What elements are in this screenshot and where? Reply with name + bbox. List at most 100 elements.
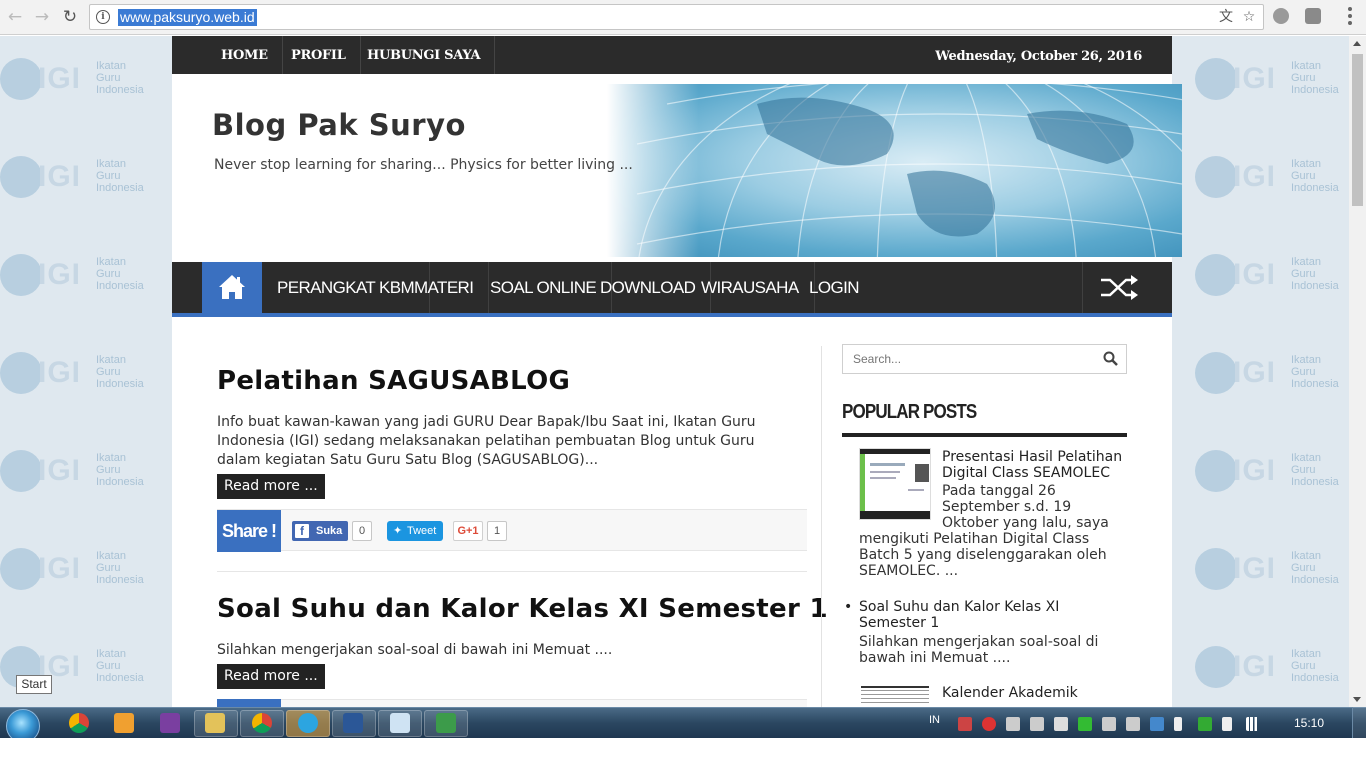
- clock[interactable]: 15:10: [1294, 716, 1324, 730]
- tray-icon[interactable]: [1126, 717, 1140, 731]
- back-arrow-icon[interactable]: ←: [4, 6, 26, 28]
- igi-caption-line: Guru: [1291, 170, 1316, 182]
- popular-post-title[interactable]: Kalender Akademik: [942, 685, 1132, 701]
- nav-login[interactable]: LOGIN: [794, 262, 874, 313]
- igi-logo-text: IGI: [1233, 62, 1277, 95]
- tray-icon[interactable]: [1078, 717, 1092, 731]
- network-signal-icon[interactable]: [1246, 717, 1260, 731]
- igi-watermark-tile: IGI Ikatan Guru Indonesia: [1195, 440, 1345, 500]
- igi-watermark-tile: IGI Ikatan Guru Indonesia: [1195, 636, 1345, 696]
- blog-title[interactable]: Blog Pak Suryo: [212, 108, 466, 142]
- search-box[interactable]: [842, 344, 1127, 374]
- show-desktop-button[interactable]: [1352, 707, 1366, 738]
- translate-icon[interactable]: 文: [1217, 8, 1235, 26]
- post-title[interactable]: Pelatihan SAGUSABLOG: [217, 366, 570, 396]
- read-more-button[interactable]: Read more ...: [217, 474, 325, 499]
- igi-caption-line: Indonesia: [96, 84, 144, 96]
- notepad-icon[interactable]: [390, 713, 410, 733]
- blog-description: Never stop learning for sharing... Physi…: [214, 157, 633, 173]
- folder-icon[interactable]: [205, 713, 225, 733]
- igi-caption-line: Ikatan: [96, 158, 126, 170]
- tray-icon[interactable]: [1150, 717, 1164, 731]
- random-post-button[interactable]: [1082, 262, 1172, 313]
- volume-icon[interactable]: [1054, 717, 1068, 731]
- address-bar[interactable]: i www.paksuryo.web.id 文 ☆: [89, 4, 1264, 30]
- igi-caption: Ikatan Guru Indonesia: [1291, 256, 1339, 292]
- popular-post-title-text[interactable]: Soal Suhu dan Kalor Kelas XI Semester 1: [859, 599, 1059, 631]
- igi-caption-line: Indonesia: [1291, 84, 1339, 96]
- igi-caption: Ikatan Guru Indonesia: [1291, 550, 1339, 586]
- igi-caption: Ikatan Guru Indonesia: [96, 354, 144, 390]
- scroll-thumb[interactable]: [1352, 54, 1363, 206]
- battery-icon[interactable]: [1174, 717, 1182, 731]
- igi-caption-line: Guru: [96, 268, 121, 280]
- post-title[interactable]: Soal Suhu dan Kalor Kelas XI Semester 1: [217, 594, 828, 624]
- tray-icon[interactable]: [1030, 717, 1044, 731]
- url-text[interactable]: www.paksuryo.web.id: [118, 9, 257, 26]
- igi-watermark-tile: IGI Ikatan Guru Indonesia: [0, 48, 150, 108]
- tray-icon[interactable]: [1006, 717, 1020, 731]
- flag-icon[interactable]: [1222, 717, 1232, 731]
- current-date: Wednesday, October 26, 2016: [935, 49, 1142, 64]
- popular-posts-heading: POPULAR POSTS: [842, 401, 977, 423]
- igi-logo-icon: [0, 58, 42, 100]
- word-icon[interactable]: [343, 713, 363, 733]
- top-link-home[interactable]: HOME: [207, 36, 283, 74]
- extension-icon[interactable]: [1305, 8, 1321, 24]
- top-link-profil[interactable]: PROFIL: [277, 36, 361, 74]
- igi-logo-text: IGI: [1233, 160, 1277, 193]
- media-player-icon[interactable]: [114, 713, 134, 733]
- page-scrollbar[interactable]: [1349, 36, 1366, 707]
- language-indicator[interactable]: IN: [929, 714, 940, 726]
- app-icon[interactable]: [436, 713, 456, 733]
- extension-icon[interactable]: [1273, 8, 1289, 24]
- popular-post-thumbnail[interactable]: [859, 448, 931, 520]
- popular-post-thumbnail[interactable]: [859, 684, 931, 707]
- tray-icon[interactable]: [958, 717, 972, 731]
- search-icon[interactable]: [1103, 351, 1118, 366]
- igi-caption-line: Ikatan: [1291, 550, 1321, 562]
- onenote-icon[interactable]: [160, 713, 180, 733]
- igi-caption-line: Indonesia: [96, 280, 144, 292]
- igi-watermark-tile: IGI Ikatan Guru Indonesia: [0, 538, 150, 598]
- igi-logo-text: IGI: [38, 258, 82, 291]
- start-tooltip: Start: [16, 675, 52, 694]
- browser-toolbar: ← → ↻ i www.paksuryo.web.id 文 ☆: [0, 0, 1366, 35]
- google-plus-button[interactable]: G+1: [453, 521, 483, 541]
- top-menu-bar: HOME PROFIL HUBUNGI SAYA Wednesday, Octo…: [172, 36, 1172, 74]
- search-input[interactable]: [843, 345, 1093, 373]
- list-bullet: •: [844, 599, 853, 615]
- scroll-up-arrow-icon[interactable]: [1353, 41, 1361, 46]
- igi-logo-text: IGI: [1233, 552, 1277, 585]
- facebook-like-button[interactable]: f Suka: [292, 521, 349, 541]
- popular-post-title[interactable]: Presentasi Hasil Pelatihan Digital Class…: [942, 449, 1132, 481]
- forward-arrow-icon[interactable]: →: [31, 6, 53, 28]
- popular-post-title[interactable]: • Soal Suhu dan Kalor Kelas XI Semester …: [844, 599, 1084, 631]
- home-nav-button[interactable]: [202, 262, 262, 313]
- igi-caption-line: Guru: [1291, 562, 1316, 574]
- top-link-hubungi-saya[interactable]: HUBUNGI SAYA: [353, 36, 496, 74]
- igi-logo-icon: [0, 254, 42, 296]
- igi-caption-line: Guru: [96, 562, 121, 574]
- info-icon[interactable]: i: [96, 10, 110, 24]
- browser-menu-icon[interactable]: [1348, 7, 1352, 25]
- igi-watermark-tile: IGI Ikatan Guru Indonesia: [1195, 244, 1345, 304]
- igi-logo-icon: [1195, 450, 1237, 492]
- chrome-icon[interactable]: [69, 713, 89, 733]
- igi-caption-line: Ikatan: [96, 354, 126, 366]
- read-more-button[interactable]: Read more ...: [217, 664, 325, 689]
- star-icon[interactable]: ☆: [1240, 8, 1258, 26]
- igi-logo-icon: [1195, 548, 1237, 590]
- telegram-icon[interactable]: [298, 713, 318, 733]
- reload-icon[interactable]: ↻: [59, 6, 81, 28]
- scroll-down-arrow-icon[interactable]: [1353, 697, 1361, 702]
- tweet-button[interactable]: ✦ Tweet: [387, 521, 444, 541]
- igi-caption-line: Indonesia: [96, 574, 144, 586]
- tray-icon[interactable]: [1198, 717, 1212, 731]
- tray-icon[interactable]: [1102, 717, 1116, 731]
- tray-icon[interactable]: [982, 717, 996, 731]
- facebook-like-count: 0: [352, 521, 373, 541]
- chrome-icon[interactable]: [252, 713, 272, 733]
- igi-logo-icon: [0, 450, 42, 492]
- igi-caption: Ikatan Guru Indonesia: [1291, 452, 1339, 488]
